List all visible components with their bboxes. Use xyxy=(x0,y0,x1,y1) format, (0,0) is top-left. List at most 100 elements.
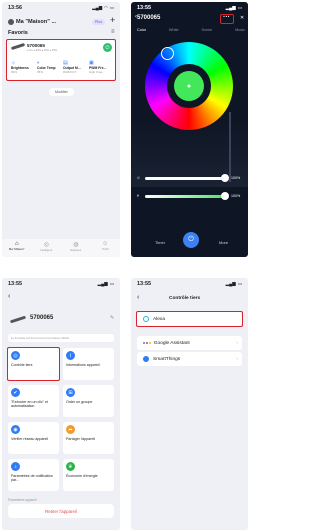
signal-icon: ▂▄▆ xyxy=(97,281,108,286)
nav-home[interactable]: ⌂ Ma "Maison" xyxy=(4,241,30,257)
battery-icon: ▭ xyxy=(109,5,114,10)
tile-device-info[interactable]: i Informations appareil xyxy=(63,348,114,380)
leaf-icon: ❦ xyxy=(66,462,75,471)
firmware-note-text: Le firmware est fourni par le fournisseu… xyxy=(11,336,69,340)
tile-label: Partager l'appareil xyxy=(66,437,96,441)
saturation-value: 100% xyxy=(231,194,241,198)
tile-label: "Exécuter en un clic" et automatisation xyxy=(11,400,48,408)
favorites-label: Favoris xyxy=(8,30,28,36)
panel-home: 13:56 ▂▄▆ ◠ ▭ Ma "Maison" ... Plus + Fav… xyxy=(2,2,120,257)
status-time: 13:55 xyxy=(137,281,152,287)
nav-label: Espaces xyxy=(70,248,82,252)
color-picker-handle[interactable] xyxy=(161,47,174,60)
home-icon xyxy=(8,19,14,25)
panel-third-party-control: 13:55 ▂▄▆ ▭ ‹ Contrôle tiers Alexa Googl… xyxy=(131,278,248,530)
group-icon: ⊞ xyxy=(66,388,75,397)
saturation-slider-knob[interactable] xyxy=(221,192,229,200)
signal-icon: ▂▄▆ xyxy=(92,5,103,10)
status-time: 13:55 xyxy=(8,281,23,287)
tile-label: Order un groupe xyxy=(66,400,93,404)
signal-icon: ▂▄▆ xyxy=(225,281,236,286)
system-icons: ▂▄▆ ▭ xyxy=(98,281,114,287)
service-label: Google Assistant xyxy=(153,340,190,346)
share-icon: ➦ xyxy=(66,425,75,434)
led-strip-icon xyxy=(9,315,27,324)
back-icon[interactable]: ‹ xyxy=(8,293,10,300)
bulb-icon: ● xyxy=(186,82,192,90)
tile-label: Informations appareil xyxy=(66,363,100,367)
tab-color[interactable]: Color xyxy=(137,28,146,32)
service-label: SmartThings xyxy=(153,356,181,362)
modify-button[interactable]: Modifier xyxy=(49,88,74,96)
nav-smart[interactable]: ◎ Intelligent xyxy=(33,241,59,257)
status-time: 13:56 xyxy=(8,5,23,11)
selected-color-preview: ● xyxy=(174,71,204,101)
tile-label: Paramètres de notification par... xyxy=(11,474,53,482)
color-wheel[interactable]: ● xyxy=(145,42,233,130)
tile-share-device[interactable]: ➦ Partager l'appareil xyxy=(63,422,114,454)
nav-label: Profil xyxy=(102,247,109,251)
smartthings-icon xyxy=(143,356,149,362)
edit-icon[interactable]: ✎ xyxy=(110,315,114,321)
tab-white[interactable]: White xyxy=(169,28,179,32)
status-bar: 13:55 ▂▄▆ ▭ xyxy=(2,278,120,290)
tile-label: Économie d'énergie xyxy=(66,474,98,478)
status-bar: 13:55 ▂▄▆ ▭ xyxy=(131,278,248,290)
status-time: 13:55 xyxy=(137,5,152,11)
tab-music[interactable]: Music xyxy=(235,28,245,32)
spaces-icon: ◍ xyxy=(73,242,79,248)
bottom-nav: ⌂ Ma "Maison" ◎ Intelligent ◍ Espaces ☺ … xyxy=(2,239,120,257)
highlight-more-menu xyxy=(220,14,234,24)
panel-device-settings: 13:55 ▂▄▆ ▭ ‹ 5700065 ✎ Le firmware est … xyxy=(2,278,120,530)
tile-create-group[interactable]: ⊞ Order un groupe xyxy=(63,385,114,417)
brightness-slider-knob[interactable] xyxy=(221,174,229,182)
home-title: Ma "Maison" ... xyxy=(16,19,57,25)
plus-badge[interactable]: Plus xyxy=(92,19,105,25)
remove-device-button[interactable]: Retirer l'appareil xyxy=(8,504,114,518)
back-icon[interactable]: ‹ xyxy=(137,294,139,301)
device-name: 5700065 xyxy=(137,15,161,21)
status-bar: 13:55 ▂▄▆ ▭ xyxy=(131,2,248,14)
add-icon[interactable]: + xyxy=(110,15,115,25)
section-label: Paramètres appareil xyxy=(8,498,37,502)
battery-icon: ▭ xyxy=(237,281,242,286)
saturation-icon: ◑ xyxy=(136,193,140,199)
timer-button[interactable]: Timer xyxy=(155,240,165,245)
home-header[interactable]: Ma "Maison" ... xyxy=(8,17,88,27)
system-icons: ▂▄▆ ▭ xyxy=(226,5,242,11)
close-icon[interactable]: ✕ xyxy=(240,15,244,21)
nav-spaces[interactable]: ◍ Espaces xyxy=(63,241,89,257)
saturation-slider[interactable] xyxy=(145,195,227,198)
nav-profile[interactable]: ☺ Profil xyxy=(92,241,118,257)
more-button[interactable]: More xyxy=(219,240,228,245)
google-assistant-icon xyxy=(143,341,151,345)
highlight-third-party-tile xyxy=(7,347,60,381)
battery-icon: ▭ xyxy=(109,281,114,286)
highlight-device-card xyxy=(6,39,116,81)
system-icons: ▂▄▆ ▭ xyxy=(226,281,242,287)
tab-scene[interactable]: Scene xyxy=(201,28,212,32)
tile-automation[interactable]: ✔ "Exécuter en un clic" et automatisatio… xyxy=(8,385,59,417)
battery-icon: ▭ xyxy=(237,5,242,10)
firmware-note: Le firmware est fourni par le fournisseu… xyxy=(8,334,114,342)
nav-label: Intelligent xyxy=(40,248,53,252)
tile-notification-settings[interactable]: ♪ Paramètres de notification par... xyxy=(8,459,59,491)
service-smartthings[interactable]: SmartThings › xyxy=(137,352,242,366)
panel-color-control: 13:55 ▂▄▆ ▭ ‹ 5700065 ··· ✕ Color White … xyxy=(131,2,248,257)
network-icon: ◉ xyxy=(11,425,20,434)
menu-icon[interactable]: ≡ xyxy=(111,29,115,35)
status-bar: 13:56 ▂▄▆ ◠ ▭ xyxy=(2,2,120,14)
highlight-alexa xyxy=(136,311,243,327)
automation-icon: ✔ xyxy=(11,388,20,397)
system-icons: ▂▄▆ ◠ ▭ xyxy=(92,5,114,11)
bell-icon: ♪ xyxy=(11,462,20,471)
tree-silhouette xyxy=(229,112,231,182)
tile-energy-saving[interactable]: ❦ Économie d'énergie xyxy=(63,459,114,491)
brightness-icon: ☼ xyxy=(136,175,141,181)
power-icon: ⏻ xyxy=(188,236,194,243)
device-name: 5700065 xyxy=(30,315,54,321)
power-button[interactable]: ⏻ xyxy=(183,232,199,248)
tile-check-network[interactable]: ◉ Vérifier réseau appareil xyxy=(8,422,59,454)
service-google-assistant[interactable]: Google Assistant › xyxy=(137,336,242,350)
brightness-slider[interactable] xyxy=(145,177,227,180)
